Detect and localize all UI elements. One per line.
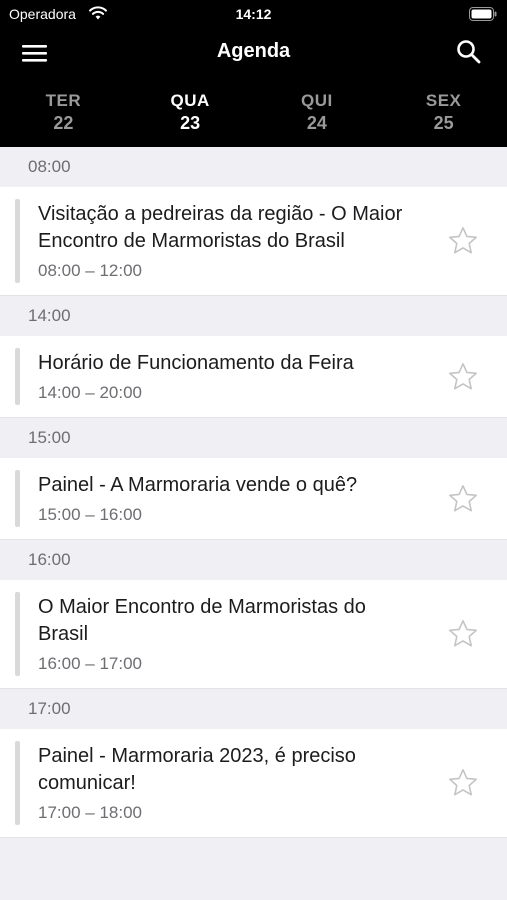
- day-number: 22: [53, 113, 74, 133]
- event-time: 14:00 – 20:00: [38, 383, 142, 402]
- event-indicator: [15, 592, 20, 676]
- event-indicator: [15, 741, 20, 825]
- favorite-star-icon[interactable]: [447, 361, 479, 393]
- top-bar: Operadora 14:12 Agenda TER 22 QUA 23 QUI…: [0, 0, 507, 147]
- event-title: Painel - Marmoraria 2023, é preciso comu…: [38, 745, 356, 794]
- day-of-week: TER: [45, 91, 82, 110]
- favorite-star-icon[interactable]: [447, 225, 479, 257]
- day-tab-3[interactable]: SEX 25: [380, 90, 507, 140]
- favorite-star-icon[interactable]: [447, 767, 479, 799]
- event-title: Painel - A Marmoraria vende o quê?: [38, 474, 358, 496]
- favorite-star-icon[interactable]: [447, 618, 479, 650]
- event-title: Visitação a pedreiras da região - O Maio…: [38, 203, 403, 252]
- event-item[interactable]: Painel - Marmoraria 2023, é preciso comu…: [0, 729, 507, 838]
- event-item[interactable]: Horário de Funcionamento da Feira 14:00 …: [0, 336, 507, 418]
- search-icon[interactable]: [455, 38, 483, 66]
- favorite-star-icon[interactable]: [447, 483, 479, 515]
- day-tab-0[interactable]: TER 22: [0, 90, 127, 140]
- day-of-week: QUA: [170, 91, 210, 110]
- agenda-list: 08:00 Visitação a pedreiras da região - …: [0, 147, 507, 900]
- event-time: 15:00 – 16:00: [38, 505, 142, 524]
- battery-icon: [469, 7, 497, 21]
- day-tab-1[interactable]: QUA 23: [127, 90, 254, 140]
- event-item[interactable]: Painel - A Marmoraria vende o quê? 15:00…: [0, 458, 507, 540]
- status-bar: Operadora 14:12: [0, 0, 507, 28]
- day-tab-2[interactable]: QUI 24: [254, 90, 381, 140]
- event-time: 16:00 – 17:00: [38, 654, 142, 673]
- navigation-bar: Agenda: [0, 28, 507, 80]
- event-indicator: [15, 199, 20, 283]
- time-section-header: 08:00: [0, 147, 507, 187]
- event-time: 08:00 – 12:00: [38, 261, 142, 280]
- time-section-header: 15:00: [0, 418, 507, 458]
- event-indicator: [15, 348, 20, 405]
- time-section-header: 14:00: [0, 296, 507, 336]
- time-section-header: 17:00: [0, 689, 507, 729]
- time-section-header: 16:00: [0, 540, 507, 580]
- day-selector: TER 22 QUA 23 QUI 24 SEX 25: [0, 90, 507, 140]
- event-item[interactable]: O Maior Encontro de Marmoristas do Brasi…: [0, 580, 507, 689]
- event-indicator: [15, 470, 20, 527]
- event-title: Horário de Funcionamento da Feira: [38, 352, 354, 374]
- day-of-week: QUI: [301, 91, 333, 110]
- day-number: 24: [306, 113, 327, 133]
- status-time: 14:12: [235, 6, 272, 22]
- event-title: O Maior Encontro de Marmoristas do Brasi…: [38, 596, 366, 645]
- page-title: Agenda: [216, 40, 291, 62]
- day-number: 23: [180, 113, 201, 133]
- day-number: 25: [433, 113, 454, 133]
- event-time: 17:00 – 18:00: [38, 803, 142, 822]
- day-of-week: SEX: [425, 91, 462, 110]
- event-item[interactable]: Visitação a pedreiras da região - O Maio…: [0, 187, 507, 296]
